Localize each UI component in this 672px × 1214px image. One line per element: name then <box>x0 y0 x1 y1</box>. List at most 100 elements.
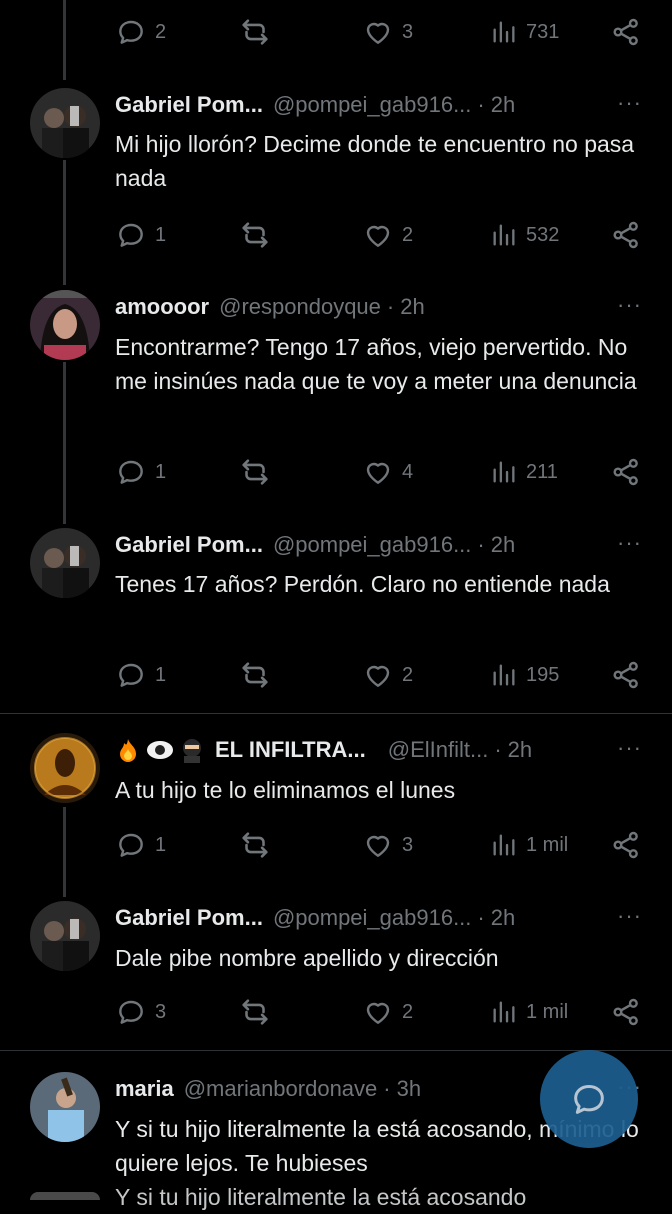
repost-icon <box>238 15 272 49</box>
share-button[interactable] <box>610 825 642 865</box>
display-name[interactable]: maria <box>115 1076 174 1102</box>
timestamp[interactable]: 3h <box>397 1076 421 1102</box>
timestamp[interactable]: 2h <box>508 737 532 763</box>
repost-button[interactable] <box>238 12 272 52</box>
timestamp[interactable]: 2h <box>491 532 515 558</box>
views-button[interactable]: 195 <box>490 655 559 695</box>
share-button[interactable] <box>610 992 642 1032</box>
tweet-actions: 2 3 731 <box>0 12 672 52</box>
repost-icon <box>238 995 272 1029</box>
like-icon <box>362 996 394 1028</box>
display-name[interactable]: Gabriel Pom... <box>115 92 263 118</box>
like-icon <box>362 829 394 861</box>
compose-reply-icon <box>574 1085 604 1114</box>
views-icon <box>490 18 518 46</box>
reply-button[interactable]: 1 <box>115 215 166 255</box>
views-icon <box>490 458 518 486</box>
display-name[interactable]: Gabriel Pom... <box>115 532 263 558</box>
repost-button[interactable] <box>238 655 272 695</box>
repost-button[interactable] <box>238 215 272 255</box>
views-count: 195 <box>526 663 560 686</box>
more-icon[interactable]: ··· <box>617 292 642 318</box>
avatar[interactable] <box>30 88 100 158</box>
reply-icon <box>115 16 147 48</box>
reply-icon <box>115 829 147 861</box>
repost-button[interactable] <box>238 825 272 865</box>
timestamp[interactable]: 2h <box>400 294 424 320</box>
share-icon <box>610 829 642 861</box>
fire-icon <box>120 739 136 762</box>
like-button[interactable]: 2 <box>362 992 413 1032</box>
ninja-icon <box>183 739 201 763</box>
share-icon <box>610 16 642 48</box>
eye-icon <box>147 741 173 759</box>
views-count: 1 mil <box>526 1000 569 1023</box>
tweet-text: A tu hijo te lo eliminamos el lunes <box>115 777 456 803</box>
user-handle[interactable]: @ElInfilt... <box>388 737 489 763</box>
repost-button[interactable] <box>238 452 272 492</box>
emoji-badges <box>115 737 205 763</box>
like-button[interactable]: 4 <box>362 452 413 492</box>
tweet-actions: 1 2 195 <box>0 655 672 695</box>
avatar[interactable] <box>30 290 100 360</box>
more-icon[interactable]: ··· <box>617 903 642 929</box>
views-button[interactable]: 1 mil <box>490 825 568 865</box>
views-button[interactable]: 1 mil <box>490 992 568 1032</box>
views-count: 1 mil <box>526 833 569 856</box>
views-button[interactable]: 532 <box>490 215 559 255</box>
share-icon <box>610 659 642 691</box>
like-button[interactable]: 3 <box>362 825 413 865</box>
timestamp[interactable]: 2h <box>491 905 515 931</box>
display-name[interactable]: Gabriel Pom... <box>115 905 263 931</box>
user-handle[interactable]: @pompei_gab916... <box>273 532 471 558</box>
avatar[interactable] <box>30 528 100 598</box>
user-handle[interactable]: @pompei_gab916... <box>273 92 471 118</box>
avatar[interactable] <box>30 1192 100 1200</box>
like-count: 2 <box>402 663 414 686</box>
avatar[interactable] <box>30 733 100 803</box>
reply-icon <box>115 996 147 1028</box>
display-name[interactable]: amoooor <box>115 294 209 320</box>
tweet-actions: 3 2 1 mil <box>0 992 672 1032</box>
repost-button[interactable] <box>238 992 272 1032</box>
user-handle[interactable]: @respondoyque <box>219 294 381 320</box>
user-handle[interactable]: @marianbordonave <box>184 1076 378 1102</box>
divider <box>0 1050 672 1051</box>
more-icon[interactable]: ··· <box>617 735 642 761</box>
share-button[interactable] <box>610 12 642 52</box>
share-icon <box>610 996 642 1028</box>
separator-dot: · <box>477 905 485 930</box>
avatar[interactable] <box>30 1072 100 1142</box>
reply-button[interactable]: 2 <box>115 12 166 52</box>
more-icon[interactable]: ··· <box>617 530 642 556</box>
like-button[interactable]: 2 <box>362 655 413 695</box>
share-button[interactable] <box>610 215 642 255</box>
share-icon <box>610 456 642 488</box>
views-button[interactable]: 211 <box>490 452 558 492</box>
reply-button[interactable]: 3 <box>115 992 166 1032</box>
display-name[interactable]: EL INFILTRA... <box>215 737 366 763</box>
reply-count: 3 <box>155 1000 167 1023</box>
share-button[interactable] <box>610 655 642 695</box>
share-button[interactable] <box>610 452 642 492</box>
views-count: 211 <box>526 460 558 483</box>
repost-icon <box>238 658 272 692</box>
tweet-actions: 1 4 211 <box>0 452 672 492</box>
tweet-text: Mi hijo llorón? Decime donde te encuentr… <box>115 131 635 191</box>
reply-button[interactable]: 1 <box>115 452 166 492</box>
more-icon[interactable]: ··· <box>617 90 642 116</box>
repost-icon <box>238 455 272 489</box>
views-icon <box>490 221 518 249</box>
like-button[interactable]: 2 <box>362 215 413 255</box>
reply-icon <box>115 659 147 691</box>
timestamp[interactable]: 2h <box>491 92 515 118</box>
like-button[interactable]: 3 <box>362 12 413 52</box>
like-icon <box>362 659 394 691</box>
avatar[interactable] <box>30 901 100 971</box>
reply-button[interactable]: 1 <box>115 825 166 865</box>
reply-button[interactable]: 1 <box>115 655 166 695</box>
user-handle[interactable]: @pompei_gab916... <box>273 905 471 931</box>
compose-reply-button[interactable] <box>540 1050 638 1148</box>
like-icon <box>362 219 394 251</box>
views-button[interactable]: 731 <box>490 12 559 52</box>
